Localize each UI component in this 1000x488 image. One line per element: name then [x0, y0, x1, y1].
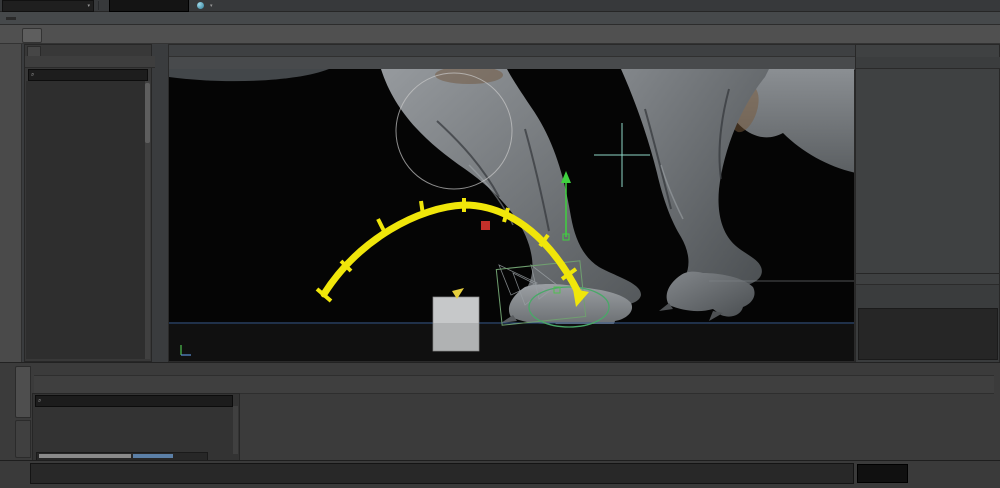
shelf	[0, 25, 1000, 44]
snap-crosshair	[594, 123, 650, 187]
chevron-down-icon: ▾	[210, 3, 213, 9]
character-set-select[interactable]: ▾	[197, 2, 213, 9]
outliner-scrollbar[interactable]	[145, 81, 150, 359]
layer-editor	[856, 273, 999, 362]
search-icon: ⌕	[36, 398, 43, 405]
graph-editor-search: ⌕	[35, 395, 233, 407]
toolbox	[0, 44, 22, 362]
proxy-cube[interactable]	[433, 297, 479, 351]
maya-window: ▾ ▾ ⌕	[0, 0, 1000, 488]
graph-editor-toolbar	[34, 375, 994, 394]
selected-key-marker[interactable]	[481, 221, 490, 230]
menu-set-select[interactable]: ▾	[2, 0, 94, 12]
divider	[98, 1, 99, 10]
chevron-down-icon: ▾	[87, 3, 90, 9]
layer-list	[858, 308, 998, 360]
status-bar: ▾ ▾	[0, 0, 1000, 12]
channel-box-menu-bar	[856, 57, 1000, 69]
graph-editor-search-input[interactable]	[43, 397, 232, 406]
time-slider[interactable]	[30, 463, 854, 484]
viewport-canvas[interactable]	[169, 69, 854, 361]
shelf-tab[interactable]	[22, 28, 42, 43]
graph-editor-panel: ⌕	[0, 362, 1000, 460]
graph-editor-outliner: ⌕	[32, 393, 240, 463]
outliner-tree	[26, 81, 148, 359]
time-slider-bar	[0, 460, 1000, 488]
quick-selection-field[interactable]	[109, 0, 189, 12]
menu-grip-icon	[6, 17, 16, 20]
viewport-scene	[169, 69, 854, 361]
channel-box-object-name[interactable]	[858, 69, 996, 79]
tab-time-editor[interactable]	[15, 420, 31, 458]
main-menu-bar	[0, 12, 1000, 25]
viewport-menu-bar	[169, 45, 858, 56]
search-icon: ⌕	[29, 72, 36, 79]
character-set-icon	[197, 2, 204, 9]
outliner-panel: ⌕	[24, 44, 152, 362]
current-frame-field[interactable]	[857, 464, 908, 483]
graph-editor-curve-view[interactable]	[238, 393, 1000, 461]
outliner-menu-bar	[25, 56, 155, 68]
ground-plane	[169, 324, 854, 361]
tab-graph-editor[interactable]	[15, 366, 31, 418]
viewport-panel	[168, 44, 855, 362]
channel-box-panel	[855, 44, 1000, 362]
raptor-legs-model[interactable]	[169, 69, 854, 337]
layer-editor-menu-bar	[856, 274, 999, 285]
outliner-search: ⌕	[28, 69, 148, 81]
outliner-search-input[interactable]	[36, 71, 147, 79]
